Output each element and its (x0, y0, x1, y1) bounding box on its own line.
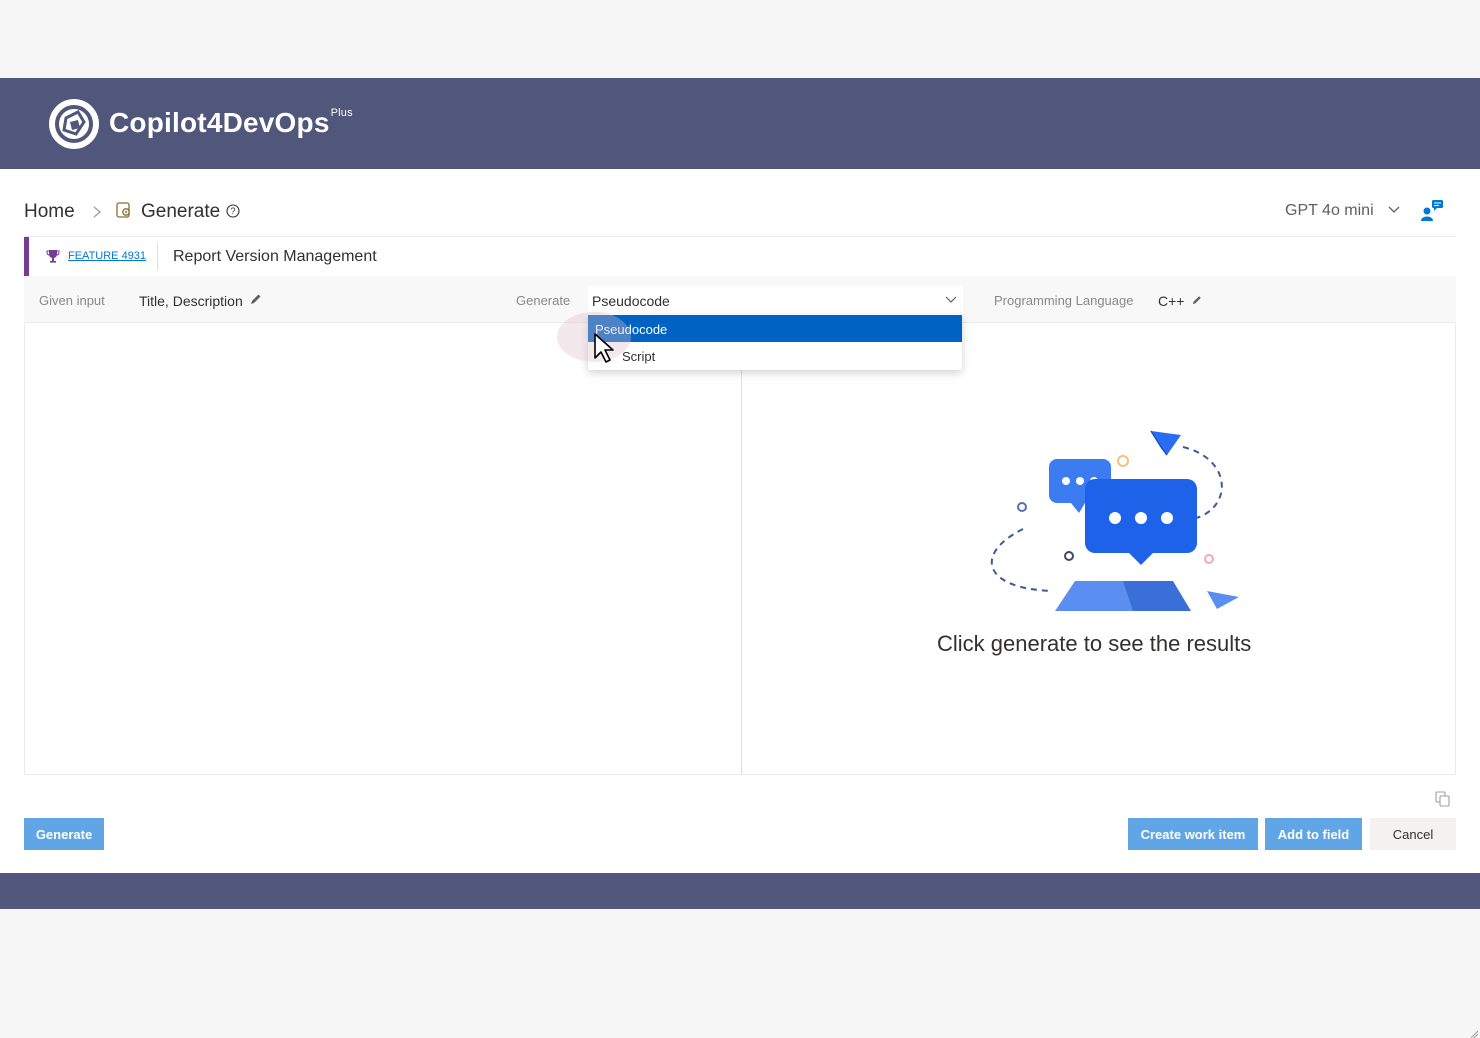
chevron-right-icon (93, 206, 102, 218)
breadcrumb-current: Generate (141, 201, 221, 222)
chevron-down-icon[interactable] (945, 296, 957, 304)
model-selector[interactable]: GPT 4o mini (1285, 202, 1374, 220)
work-item-title: Report Version Management (173, 248, 377, 265)
dropdown-option-pseudocode[interactable]: Pseudocode (588, 315, 962, 342)
breadcrumb-home[interactable]: Home (24, 201, 75, 223)
generate-type-value: Pseudocode (592, 293, 670, 309)
cancel-button[interactable]: Cancel (1370, 818, 1456, 850)
pencil-icon[interactable] (250, 293, 262, 305)
app-title-superscript: Plus (330, 106, 353, 119)
chevron-down-icon[interactable] (1388, 205, 1400, 215)
programming-language-label: Programming Language (994, 293, 1134, 308)
work-item-row: FEATURE 4931 Report Version Management (24, 237, 1456, 276)
generate-panel: Home Generate ? GPT 4o mini FEATURE 4931 (0, 169, 1480, 1038)
given-input-value: Title, Description (139, 293, 243, 309)
mouse-pointer-icon (594, 333, 614, 363)
add-to-field-button[interactable]: Add to field (1265, 818, 1362, 850)
chat-illustration-icon (990, 430, 1239, 611)
programming-language-value: C++ (1158, 293, 1185, 309)
app-title: Copilot4DevOpsPlus (109, 106, 353, 138)
trophy-icon (46, 250, 60, 263)
empty-results-message: Click generate to see the results (937, 631, 1252, 656)
work-area: Click generate to see the results (24, 323, 1456, 775)
app-header: Copilot4DevOpsPlus (0, 78, 1480, 169)
work-item-divider (157, 243, 158, 270)
svg-text:?: ? (230, 206, 235, 216)
footer-bar (0, 873, 1480, 909)
work-item-accent (24, 237, 29, 276)
resize-grip-icon[interactable] (1470, 1030, 1478, 1038)
generate-gear-icon (116, 202, 130, 218)
generate-type-dropdown: Pseudocode Script (588, 314, 962, 370)
dropdown-option-script[interactable]: Script (588, 342, 962, 369)
help-icon[interactable]: ? (226, 204, 240, 218)
generate-type-label: Generate (516, 293, 571, 308)
pencil-icon[interactable] (1192, 295, 1202, 305)
feedback-icon[interactable] (1420, 198, 1444, 222)
pane-splitter[interactable] (741, 323, 742, 774)
copy-icon[interactable] (1435, 791, 1450, 807)
given-input-label: Given input (39, 293, 105, 308)
generate-type-select[interactable]: Pseudocode (588, 286, 963, 314)
work-item-link[interactable]: FEATURE 4931 (68, 250, 146, 262)
create-work-item-button[interactable]: Create work item (1128, 818, 1258, 850)
copilot-logo-icon (49, 99, 99, 149)
generate-button[interactable]: Generate (24, 818, 104, 850)
